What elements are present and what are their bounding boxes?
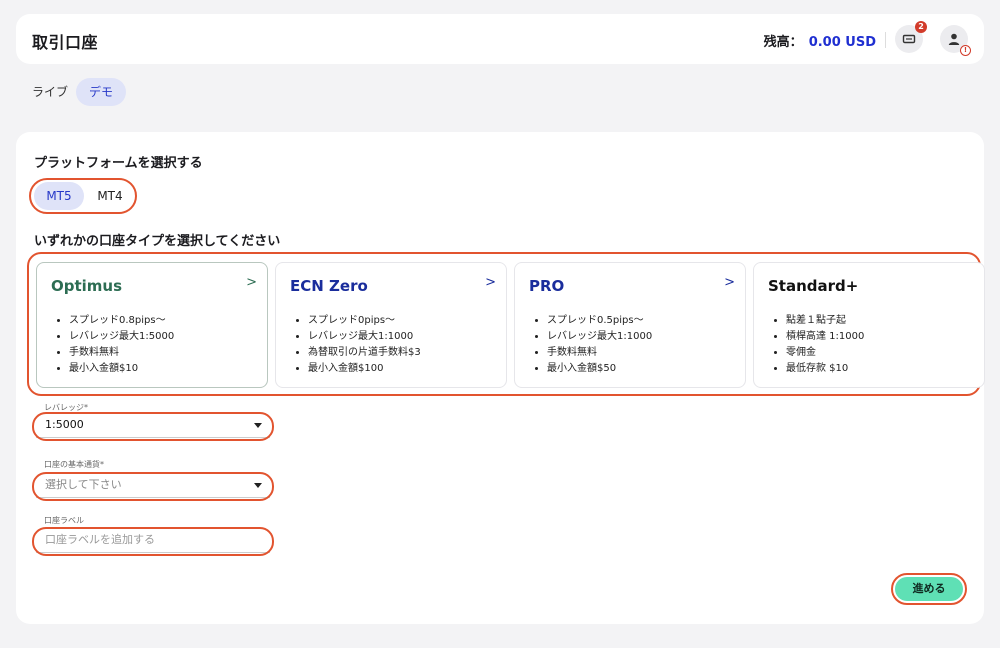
feature-item: 點差１點子起 [786, 313, 864, 329]
user-icon [948, 33, 960, 45]
platform-option-mt5[interactable]: MT5 [34, 182, 84, 210]
feature-item: 最小入金額$100 [308, 361, 421, 377]
account-type-card-pro[interactable]: PRO > スプレッド0.5pips〜 レバレッジ最大1:1000 手数料無料 … [514, 262, 746, 388]
tab-demo[interactable]: デモ [76, 78, 127, 106]
account-type-name: PRO [529, 277, 565, 295]
feature-item: スプレッド0.8pips〜 [69, 313, 174, 329]
highlight-ring-currency [32, 472, 274, 501]
account-type-card-optimus[interactable]: Optimus > スプレッド0.8pips〜 レバレッジ最大1:5000 手数… [36, 262, 268, 388]
highlight-ring-leverage [32, 412, 274, 441]
chevron-right-icon: > [485, 275, 496, 290]
account-type-name: Optimus [51, 277, 123, 295]
notification-badge: 2 [915, 21, 927, 33]
feature-item: 最小入金額$10 [69, 361, 174, 377]
balance-label: 残高： [763, 35, 803, 50]
account-form-card: プラットフォームを選択する MT5 MT4 いずれかの口座タイプを選択してくださ… [16, 132, 985, 624]
feature-item: 槓桿高達 1:1000 [786, 329, 864, 345]
ticket-button[interactable]: 2 [895, 21, 927, 53]
account-type-name: ECN Zero [290, 277, 368, 295]
account-type-card-ecn-zero[interactable]: ECN Zero > スプレッド0pips〜 レバレッジ最大1:1000 為替取… [275, 262, 507, 388]
user-menu-button[interactable]: ! [940, 25, 971, 56]
feature-item: スプレッド0.5pips〜 [547, 313, 652, 329]
feature-item: 最小入金額$50 [547, 361, 652, 377]
tab-live[interactable]: ライブ [20, 78, 80, 106]
feature-item: 最低存款 $10 [786, 361, 864, 377]
header-divider [885, 32, 886, 48]
highlight-ring-account-label [32, 527, 274, 556]
feature-item: 為替取引の片道手数料$3 [308, 345, 421, 361]
balance-display: 残高： 0.00 USD [764, 31, 876, 50]
page-title: 取引口座 [32, 33, 99, 52]
platform-option-mt4[interactable]: MT4 [88, 182, 132, 210]
account-type-card-standard-plus[interactable]: Standard+ 點差１點子起 槓桿高達 1:1000 零佣金 最低存款 $1… [753, 262, 985, 388]
feature-item: レバレッジ最大1:1000 [547, 329, 652, 345]
balance-value: 0.00 USD [808, 35, 876, 50]
warning-icon: ! [960, 45, 971, 56]
feature-item: 手数料無料 [547, 345, 652, 361]
platform-heading: プラットフォームを選択する [34, 156, 203, 171]
account-label-label: 口座ラベル [44, 516, 84, 525]
feature-item: 手数料無料 [69, 345, 174, 361]
feature-item: レバレッジ最大1:1000 [308, 329, 421, 345]
account-type-heading: いずれかの口座タイプを選択してください [34, 234, 281, 249]
feature-item: 零佣金 [786, 345, 864, 361]
next-button[interactable]: 進める [895, 577, 963, 601]
ticket-icon [902, 34, 916, 44]
chevron-right-icon: > [724, 275, 735, 290]
chevron-right-icon: > [246, 275, 257, 290]
account-type-name: Standard+ [768, 277, 859, 295]
feature-item: レバレッジ最大1:5000 [69, 329, 174, 345]
top-header: 取引口座 残高： 0.00 USD 2 ! [16, 14, 984, 64]
base-currency-label: 口座の基本通貨* [44, 460, 104, 469]
feature-item: スプレッド0pips〜 [308, 313, 421, 329]
